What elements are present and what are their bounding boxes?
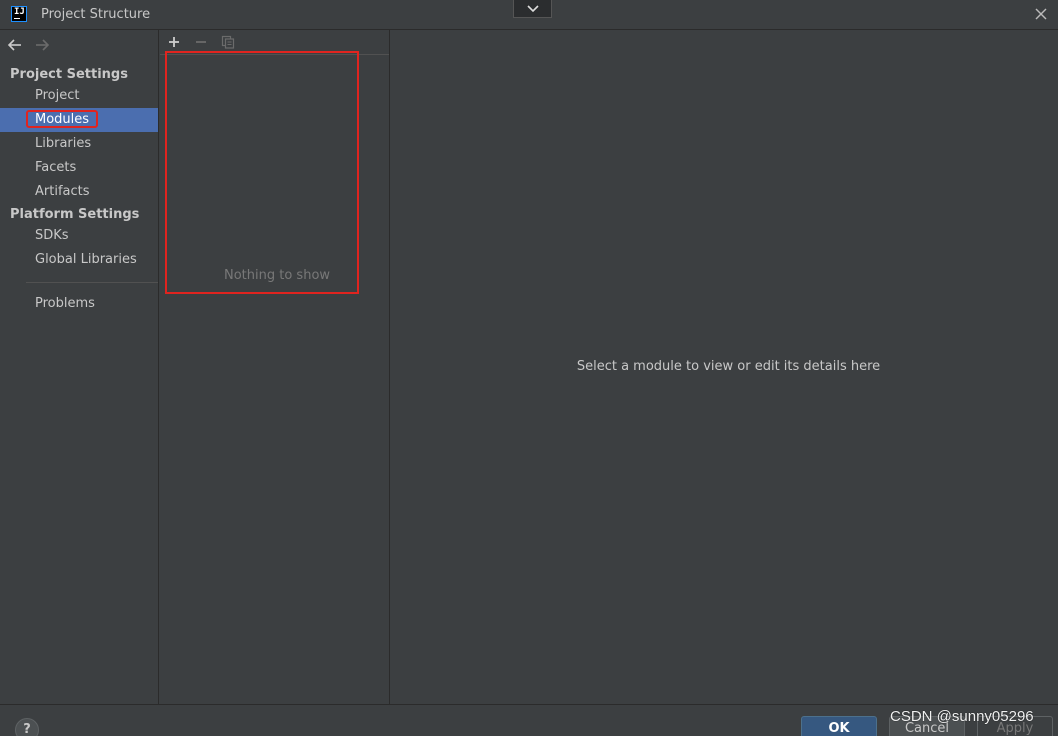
sidebar-item-label: Facets <box>35 160 77 175</box>
sidebar-item-global-libraries[interactable]: Global Libraries <box>0 248 158 272</box>
settings-sidebar: Project Settings Project Modules Librari… <box>0 30 159 704</box>
project-settings-heading: Project Settings <box>10 67 128 82</box>
modules-toolbar <box>160 30 389 55</box>
sidebar-item-modules[interactable]: Modules <box>0 108 158 132</box>
sidebar-divider <box>26 282 158 283</box>
sidebar-item-label: Project <box>35 88 80 103</box>
help-button[interactable]: ? <box>15 718 39 736</box>
back-button[interactable] <box>7 38 23 52</box>
cancel-button[interactable]: Cancel <box>889 716 965 736</box>
forward-button[interactable] <box>34 38 50 52</box>
title-dropdown-button[interactable] <box>513 0 552 18</box>
sidebar-item-label: Libraries <box>35 136 92 151</box>
sidebar-item-facets[interactable]: Facets <box>0 156 158 180</box>
arrow-right-icon <box>36 39 50 51</box>
minus-icon <box>196 41 206 43</box>
add-module-button[interactable] <box>167 35 181 49</box>
empty-list-message: Nothing to show <box>224 268 331 283</box>
modules-list-panel: Nothing to show <box>160 30 390 704</box>
sidebar-item-label: Global Libraries <box>35 252 137 267</box>
close-icon <box>1035 8 1047 20</box>
dialog-footer: ? OK Cancel Apply <box>0 704 1058 736</box>
details-hint: Select a module to view or edit its deta… <box>576 359 881 374</box>
copy-icon <box>221 35 235 49</box>
sidebar-item-artifacts[interactable]: Artifacts <box>0 180 158 204</box>
sidebar-item-label: SDKs <box>35 228 69 243</box>
module-details-panel: Select a module to view or edit its deta… <box>391 30 1058 704</box>
sidebar-item-project[interactable]: Project <box>0 84 158 108</box>
copy-module-button[interactable] <box>221 35 235 49</box>
sidebar-item-label: Modules <box>35 112 90 127</box>
project-structure-dialog: IJ Project Structure Project Settings Pr… <box>0 0 1058 736</box>
remove-module-button[interactable] <box>194 35 208 49</box>
close-button[interactable] <box>1034 7 1048 21</box>
plus-icon <box>169 37 179 47</box>
sidebar-item-sdks[interactable]: SDKs <box>0 224 158 248</box>
sidebar-item-label: Problems <box>35 296 95 311</box>
arrow-left-icon <box>7 39 21 51</box>
platform-settings-heading: Platform Settings <box>10 207 140 222</box>
annotation-highlight-list <box>165 51 359 294</box>
title-bar: IJ Project Structure <box>0 0 1058 30</box>
sidebar-item-problems[interactable]: Problems <box>0 292 158 316</box>
intellij-logo-icon: IJ <box>11 6 27 22</box>
sidebar-item-label: Artifacts <box>35 184 90 199</box>
ok-button[interactable]: OK <box>801 716 877 736</box>
apply-button[interactable]: Apply <box>977 716 1053 736</box>
sidebar-item-libraries[interactable]: Libraries <box>0 132 158 156</box>
window-title: Project Structure <box>41 7 151 22</box>
chevron-down-icon <box>527 5 539 13</box>
